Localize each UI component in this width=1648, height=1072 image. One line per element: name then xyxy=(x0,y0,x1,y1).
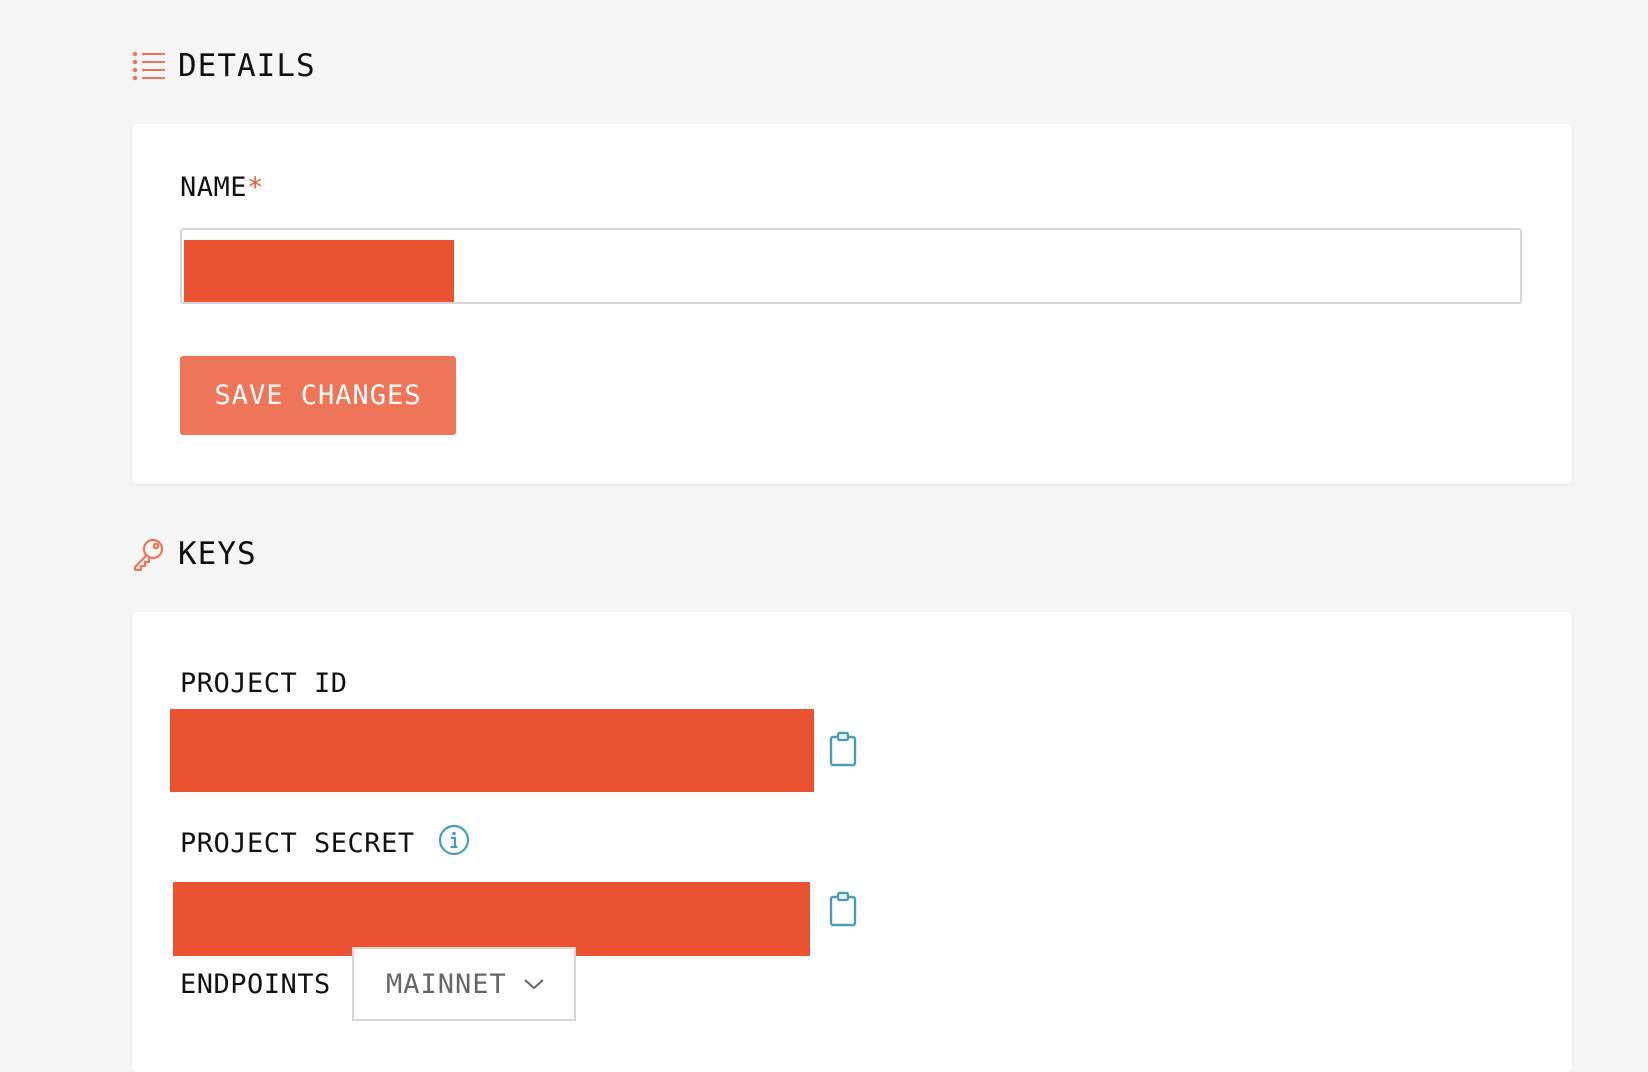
endpoints-label: ENDPOINTS xyxy=(180,969,331,1000)
details-section-header: DETAILS xyxy=(132,48,316,84)
required-marker: * xyxy=(247,172,264,203)
copy-project-id-icon[interactable] xyxy=(828,731,858,767)
project-id-label: PROJECT ID xyxy=(180,668,348,699)
endpoint-select[interactable]: MAINNET xyxy=(352,947,576,1021)
details-title: DETAILS xyxy=(178,48,316,84)
keys-card: PROJECT ID PROJECT SECRET ENDPOINTS MAIN… xyxy=(132,612,1572,1072)
project-id-redaction xyxy=(170,709,814,792)
copy-project-secret-icon[interactable] xyxy=(828,891,858,927)
name-value-redaction xyxy=(184,240,454,302)
project-secret-redaction xyxy=(173,882,810,956)
name-label-text: NAME xyxy=(180,172,248,203)
key-icon xyxy=(132,537,166,571)
list-icon xyxy=(132,49,166,83)
keys-section-header: KEYS xyxy=(132,536,257,572)
keys-title: KEYS xyxy=(178,536,257,572)
name-label: NAME* xyxy=(180,172,264,203)
chevron-down-icon xyxy=(524,979,544,990)
save-changes-button[interactable]: SAVE CHANGES xyxy=(180,356,456,435)
info-icon[interactable] xyxy=(438,824,470,856)
endpoint-selected-value: MAINNET xyxy=(386,968,507,1000)
details-card: NAME* SAVE CHANGES xyxy=(132,124,1572,484)
project-secret-label: PROJECT SECRET xyxy=(180,828,415,859)
